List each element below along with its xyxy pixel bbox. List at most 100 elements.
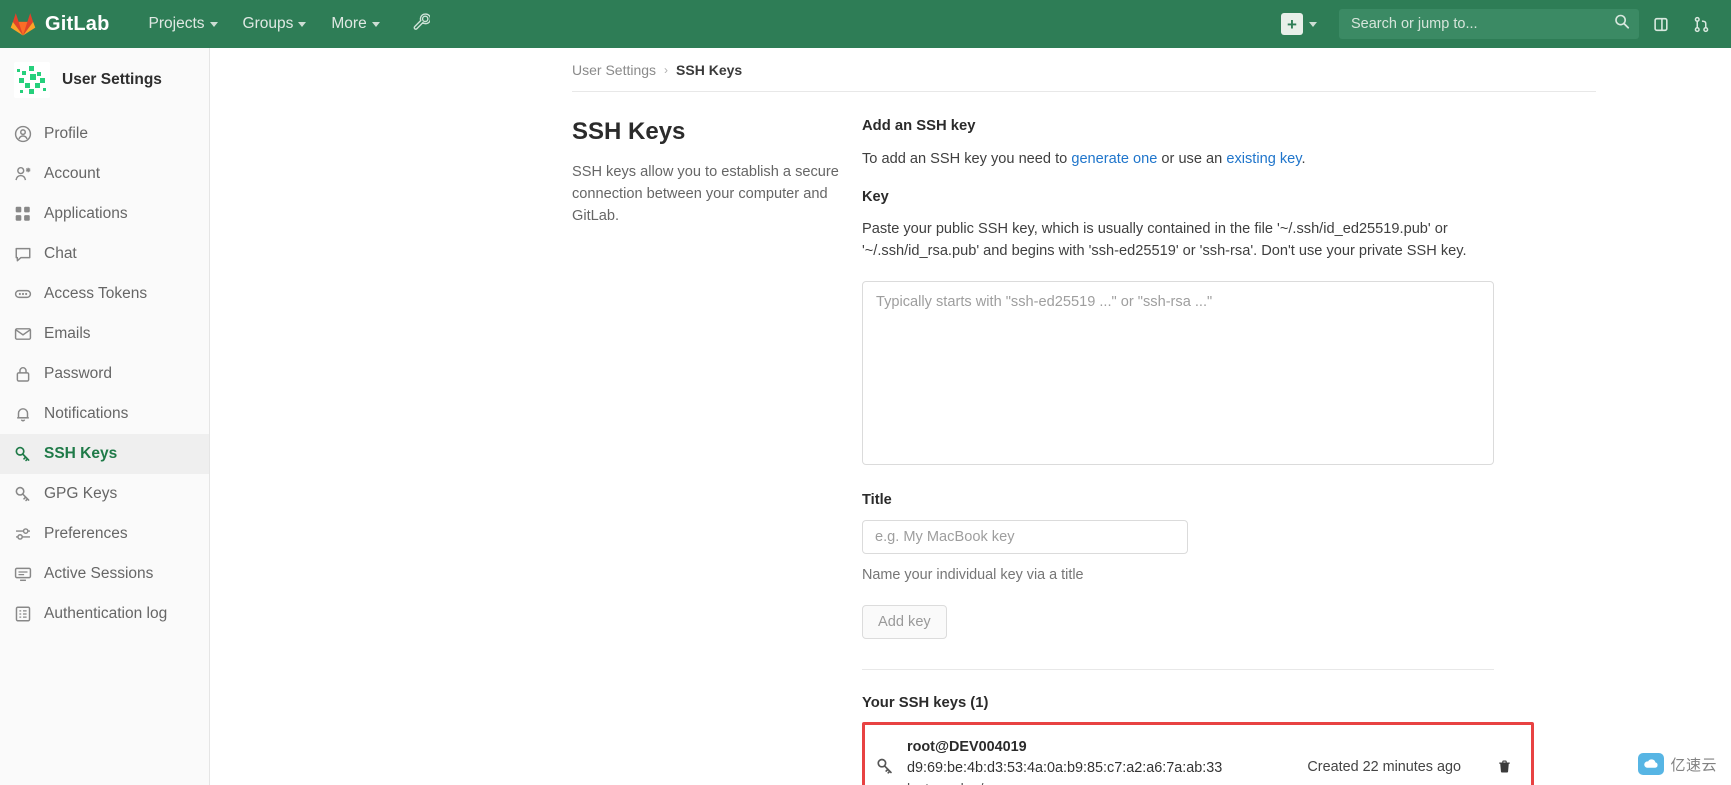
sidebar-item-gpg-keys[interactable]: GPG Keys [0, 474, 209, 514]
key-field-label: Key [862, 188, 889, 205]
sidebar-title: User Settings [62, 71, 162, 88]
key-icon [14, 485, 32, 503]
plus-icon: + [1281, 13, 1303, 35]
search-input[interactable] [1339, 9, 1639, 39]
page-description: SSH keys allow you to establish a secure… [572, 164, 839, 224]
sidebar-item-label: SSH Keys [44, 445, 118, 462]
bell-icon [14, 405, 32, 423]
sidebar-item-password[interactable]: Password [0, 354, 209, 394]
sidebar: User Settings Profile Account Applicatio… [0, 48, 210, 785]
watermark: 亿速云 [1638, 753, 1717, 775]
sidebar-item-preferences[interactable]: Preferences [0, 514, 209, 554]
sidebar-item-label: Profile [44, 125, 88, 142]
sidebar-item-profile[interactable]: Profile [0, 114, 209, 154]
sidebar-item-authentication-log[interactable]: Authentication log [0, 594, 209, 634]
account-icon [14, 165, 32, 183]
add-key-form: Add an SSH key To add an SSH key you nee… [862, 118, 1534, 785]
new-item-dropdown[interactable]: + [1273, 7, 1325, 41]
applications-icon [14, 205, 32, 223]
wrench-icon [413, 13, 431, 30]
main-content: User Settings › SSH Keys SSH Keys SSH ke… [210, 48, 1731, 785]
nav-menu: Projects Groups More [138, 6, 439, 42]
add-key-heading: Add an SSH key [862, 118, 976, 134]
sidebar-item-label: Emails [44, 325, 91, 342]
nav-item-projects-label: Projects [148, 15, 205, 32]
sidebar-item-active-sessions[interactable]: Active Sessions [0, 554, 209, 594]
sidebar-item-ssh-keys[interactable]: SSH Keys [0, 434, 209, 474]
chevron-down-icon [209, 21, 218, 27]
sidebar-item-label: Access Tokens [44, 285, 148, 302]
monitor-icon [14, 565, 32, 583]
title-field-help: Name your individual key via a title [862, 566, 1084, 583]
issues-board-button[interactable] [1643, 6, 1679, 42]
key-last-used: last used: n/a [907, 781, 1285, 785]
sidebar-item-label: Chat [44, 245, 77, 262]
trash-icon [1498, 760, 1510, 773]
sidebar-item-access-tokens[interactable]: Access Tokens [0, 274, 209, 314]
sidebar-item-label: Authentication log [44, 605, 168, 622]
intro-middle: or use an [1157, 151, 1227, 167]
admin-area-button[interactable] [404, 6, 439, 42]
sidebar-item-label: Notifications [44, 405, 129, 422]
nav-item-more[interactable]: More [320, 8, 390, 40]
title-field-label: Title [862, 491, 892, 508]
key-icon [14, 445, 32, 463]
email-icon [14, 325, 32, 343]
top-navbar: GitLab Projects Groups More + [0, 0, 1731, 48]
chevron-down-icon [371, 21, 380, 27]
lock-icon [14, 365, 32, 383]
delete-key-button[interactable] [1491, 754, 1517, 780]
breadcrumb-parent[interactable]: User Settings [572, 62, 656, 78]
nav-item-more-label: More [331, 15, 367, 32]
chat-icon [14, 245, 32, 263]
sidebar-item-chat[interactable]: Chat [0, 234, 209, 274]
sidebar-header[interactable]: User Settings [0, 48, 209, 114]
sidebar-item-account[interactable]: Account [0, 154, 209, 194]
key-title-line: root@DEV004019 d9:69:be:4b:d3:53:4a:0a:b… [907, 737, 1285, 779]
profile-icon [14, 125, 32, 143]
breadcrumb: User Settings › SSH Keys [210, 48, 1731, 78]
breadcrumb-current[interactable]: SSH Keys [676, 62, 742, 78]
sidebar-item-emails[interactable]: Emails [0, 314, 209, 354]
keys-divider [862, 668, 1494, 670]
panel-description: SSH Keys SSH keys allow you to establish… [572, 118, 862, 785]
avatar [14, 62, 50, 98]
nav-item-groups[interactable]: Groups [232, 8, 318, 40]
sidebar-menu: Profile Account Applications Chat Access… [0, 114, 209, 634]
navbar-right-group: + [1273, 6, 1719, 42]
key-created-at: Created 22 minutes ago [1307, 758, 1461, 775]
watermark-text: 亿速云 [1670, 756, 1717, 774]
title-input[interactable] [862, 519, 1188, 554]
existing-key-link[interactable]: existing key [1226, 151, 1301, 167]
brand-name: GitLab [45, 12, 110, 35]
sidebar-item-label: Applications [44, 205, 128, 222]
gitlab-logo-link[interactable]: GitLab [10, 11, 110, 37]
token-icon [14, 285, 32, 303]
merge-requests-button[interactable] [1683, 6, 1719, 42]
table-row[interactable]: root@DEV004019 d9:69:be:4b:d3:53:4a:0a:b… [865, 724, 1531, 785]
issues-board-icon [1653, 17, 1668, 31]
key-icon [875, 757, 895, 776]
sidebar-item-label: Preferences [44, 525, 128, 542]
generate-one-link[interactable]: generate one [1071, 151, 1157, 167]
chevron-down-icon [1309, 21, 1317, 27]
preferences-icon [14, 525, 32, 543]
ssh-keys-list-highlight: root@DEV004019 d9:69:be:4b:d3:53:4a:0a:b… [862, 721, 1534, 785]
nav-item-groups-label: Groups [242, 15, 294, 32]
sidebar-item-applications[interactable]: Applications [0, 194, 209, 234]
gitlab-tanuki-icon [10, 11, 36, 37]
sidebar-item-notifications[interactable]: Notifications [0, 394, 209, 434]
nav-item-projects[interactable]: Projects [138, 8, 229, 40]
sidebar-item-label: Active Sessions [44, 565, 154, 582]
log-icon [14, 605, 32, 623]
key-input[interactable] [862, 280, 1494, 465]
sidebar-item-label: Account [44, 165, 101, 182]
add-key-button[interactable]: Add key [862, 604, 947, 639]
ssh-keys-panel: SSH Keys SSH keys allow you to establish… [210, 92, 1731, 785]
intro-prefix: To add an SSH key you need to [862, 151, 1072, 167]
chevron-down-icon [298, 21, 307, 27]
breadcrumb-separator: › [664, 63, 669, 77]
your-ssh-keys-heading: Your SSH keys (1) [862, 694, 989, 711]
key-fingerprint: d9:69:be:4b:d3:53:4a:0a:b9:85:c7:a2:a6:7… [907, 759, 1223, 776]
page-title: SSH Keys [572, 118, 686, 145]
